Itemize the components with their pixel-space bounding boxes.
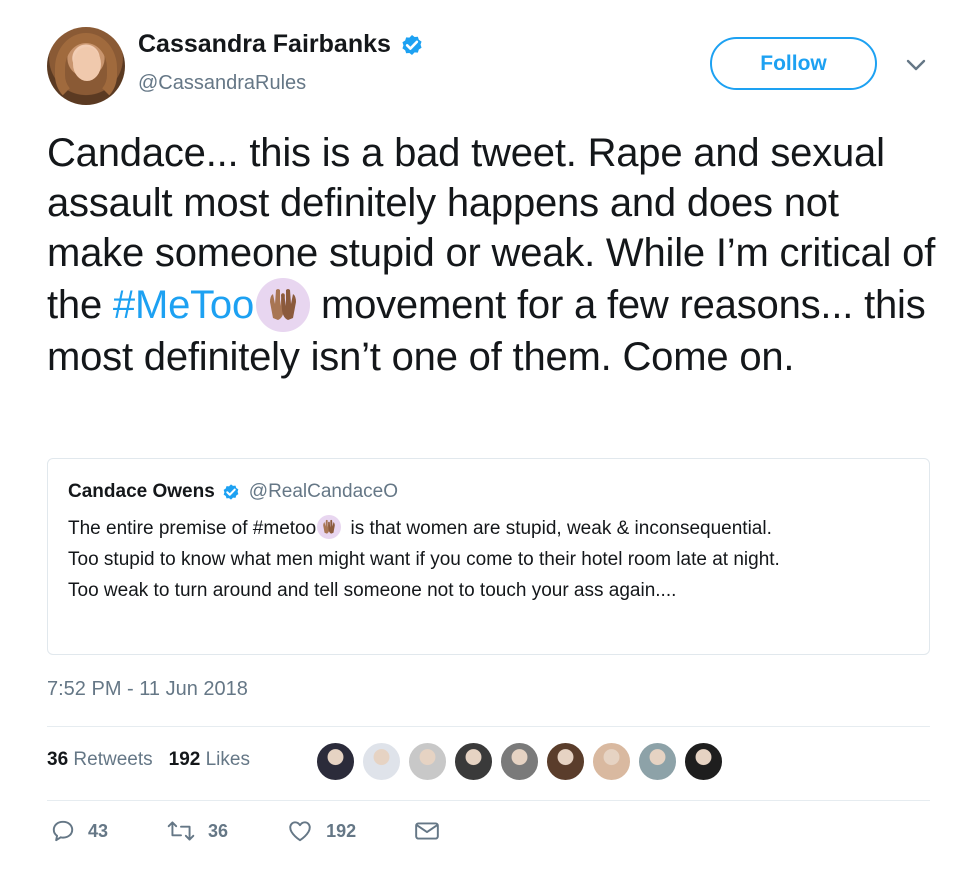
quoted-line2: Too stupid to know what men might want i… [68,549,780,570]
direct-message-icon [415,822,439,840]
verified-badge-icon [223,484,239,500]
chevron-down-icon[interactable] [904,56,928,74]
reply-button[interactable]: 43 [50,818,108,844]
verified-badge-icon [402,34,422,55]
retweet-button[interactable]: 36 [166,818,228,844]
quoted-tweet-text: The entire premise of #metoo is that wom… [68,513,918,606]
quoted-line1-after: is that women are stupid, weak & inconse… [345,518,772,539]
author-display-name[interactable]: Cassandra Fairbanks [138,30,391,59]
like-count: 192 [326,820,357,841]
reply-count: 43 [88,820,109,841]
like-button[interactable]: 192 [286,818,356,844]
liker-avatar[interactable] [362,742,401,781]
retweet-icon [167,821,195,841]
tweet-timestamp[interactable]: 7:52 PM - 11 Jun 2018 [47,678,248,701]
raised-hands-emoji [256,278,311,332]
divider [47,800,930,801]
author-handle[interactable]: @CassandraRules [138,72,306,95]
quoted-tweet-card[interactable]: Candace Owens @RealCandaceO The entire p… [47,458,930,655]
quoted-author-name: Candace Owens [68,481,215,502]
like-icon [289,821,311,842]
liker-avatar[interactable] [638,742,677,781]
retweet-count: 36 [208,820,229,841]
tweet-actions: 43 36 192 [50,818,498,844]
liker-avatars [316,742,723,781]
quoted-tweet-header: Candace Owens @RealCandaceO [68,481,398,503]
liker-avatar[interactable] [454,742,493,781]
tweet-text: Candace... this is a bad tweet. Rape and… [47,128,937,382]
author-name-row[interactable]: Cassandra Fairbanks [138,30,425,59]
liker-avatar[interactable] [316,742,355,781]
quoted-line1-before: The entire premise of #metoo [68,518,317,539]
follow-button[interactable]: Follow [710,37,877,90]
reply-icon [52,820,74,842]
quoted-author-handle: @RealCandaceO [248,481,398,502]
tweet-stats: 36 Retweets 192 Likes [47,749,250,771]
author-avatar[interactable] [47,27,125,105]
direct-message-button[interactable] [414,820,440,842]
likes-stat[interactable]: 192 Likes [169,749,250,771]
liker-avatar[interactable] [546,742,585,781]
divider [47,726,930,727]
retweets-stat[interactable]: 36 Retweets [47,749,153,771]
liker-avatar[interactable] [408,742,447,781]
liker-avatar[interactable] [592,742,631,781]
hashtag-link[interactable]: #MeToo [113,283,254,327]
quoted-line3: Too weak to turn around and tell someone… [68,580,677,601]
liker-avatar[interactable] [684,742,723,781]
raised-hands-emoji [317,515,342,539]
liker-avatar[interactable] [500,742,539,781]
